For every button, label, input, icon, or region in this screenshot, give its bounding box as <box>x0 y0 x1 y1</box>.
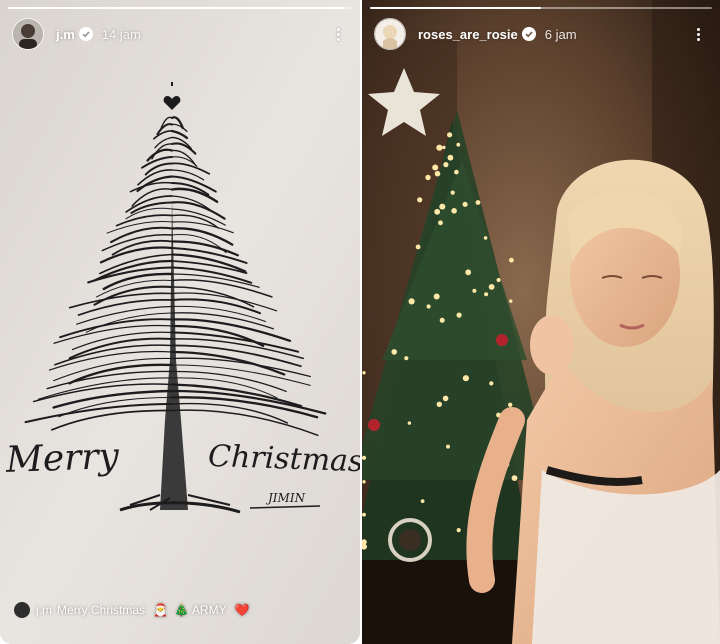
avatar[interactable] <box>374 18 406 50</box>
fairy-light <box>447 154 454 161</box>
fairy-light <box>456 142 461 147</box>
fairy-light <box>454 169 459 175</box>
story-timestamp: 6 jam <box>544 26 577 42</box>
fairy-light <box>450 190 455 195</box>
fairy-light <box>511 475 518 481</box>
santa-emoji: 🎅 <box>153 603 168 617</box>
fairy-light <box>404 356 409 361</box>
caption-text: Merry Christmas <box>57 603 146 617</box>
fairy-light <box>443 162 449 168</box>
fairy-light <box>426 304 431 309</box>
fairy-light <box>415 244 421 250</box>
fairy-light <box>447 132 453 138</box>
fairy-light <box>362 455 367 460</box>
fairy-light <box>434 208 441 215</box>
story-roses-are-rosie[interactable]: roses_are_rosie 6 jam <box>362 0 720 644</box>
story-username[interactable]: j.m <box>56 27 75 42</box>
story-progress-fill <box>370 7 541 9</box>
christmas-tree-drawing: Merry Christmas JIMIN <box>0 0 360 644</box>
story-header: j.m 14 jam <box>12 18 348 50</box>
fairy-light <box>462 375 469 382</box>
avatar[interactable] <box>12 18 44 50</box>
fairy-light <box>509 257 514 263</box>
fairy-light <box>408 298 415 305</box>
fairy-light <box>432 164 439 171</box>
fairy-light <box>391 349 397 355</box>
fairy-light <box>420 499 425 503</box>
fairy-light <box>446 444 450 449</box>
fairy-light <box>434 170 441 177</box>
fairy-light <box>442 395 449 402</box>
story-jm[interactable]: Merry Christmas JIMIN j.m 14 jam j.m Mer… <box>0 0 360 644</box>
story-progress-bar <box>370 7 712 9</box>
fairy-light <box>436 401 442 407</box>
merry-text: Merry <box>4 436 120 481</box>
fairy-light <box>407 421 412 425</box>
caption-avatar <box>14 602 30 618</box>
fairy-light <box>509 299 513 303</box>
story-progress-bar <box>8 7 352 9</box>
fairy-light <box>362 512 366 517</box>
christmas-text: Christmas <box>207 439 360 479</box>
fairy-light <box>483 236 488 240</box>
fairy-light <box>439 317 445 323</box>
fairy-light <box>451 208 457 214</box>
fairy-light <box>425 174 431 181</box>
fairy-light <box>488 284 495 290</box>
heart-emoji: ❤️ <box>234 603 250 617</box>
verified-badge-icon <box>78 27 93 41</box>
fairy-light <box>508 402 513 407</box>
fairy-light <box>417 197 423 203</box>
fairy-light <box>362 371 366 375</box>
fairy-light <box>456 312 462 318</box>
fairy-light <box>465 269 472 276</box>
verified-badge-icon <box>521 27 536 41</box>
story-caption: j.m Merry Christmas 🎅 🎄 ARMY ❤️ <box>14 602 253 618</box>
fairy-light <box>462 201 468 207</box>
fairy-light <box>472 288 477 293</box>
story-timestamp: 14 jam <box>101 26 141 42</box>
fairy-light <box>438 220 443 226</box>
fairy-light <box>442 145 446 150</box>
caption-army: ARMY <box>191 603 227 617</box>
fairy-light <box>496 277 501 283</box>
caption-username[interactable]: j.m <box>36 603 52 617</box>
fairy-light <box>484 292 489 297</box>
fairy-light <box>475 200 481 205</box>
signature-text: JIMIN <box>265 491 306 505</box>
fairy-light <box>489 381 494 386</box>
more-vertical-icon[interactable] <box>688 24 708 44</box>
story-photo <box>362 0 720 644</box>
fairy-light <box>436 144 443 151</box>
story-progress-fill <box>8 7 346 9</box>
tree-emoji: 🎄 <box>173 603 189 617</box>
story-header: roses_are_rosie 6 jam <box>374 18 708 50</box>
fairy-light <box>362 480 366 484</box>
more-vertical-icon[interactable] <box>328 24 348 44</box>
fairy-light <box>439 203 446 210</box>
fairy-light <box>456 528 461 533</box>
story-username[interactable]: roses_are_rosie <box>418 27 518 42</box>
fairy-light <box>433 293 440 300</box>
